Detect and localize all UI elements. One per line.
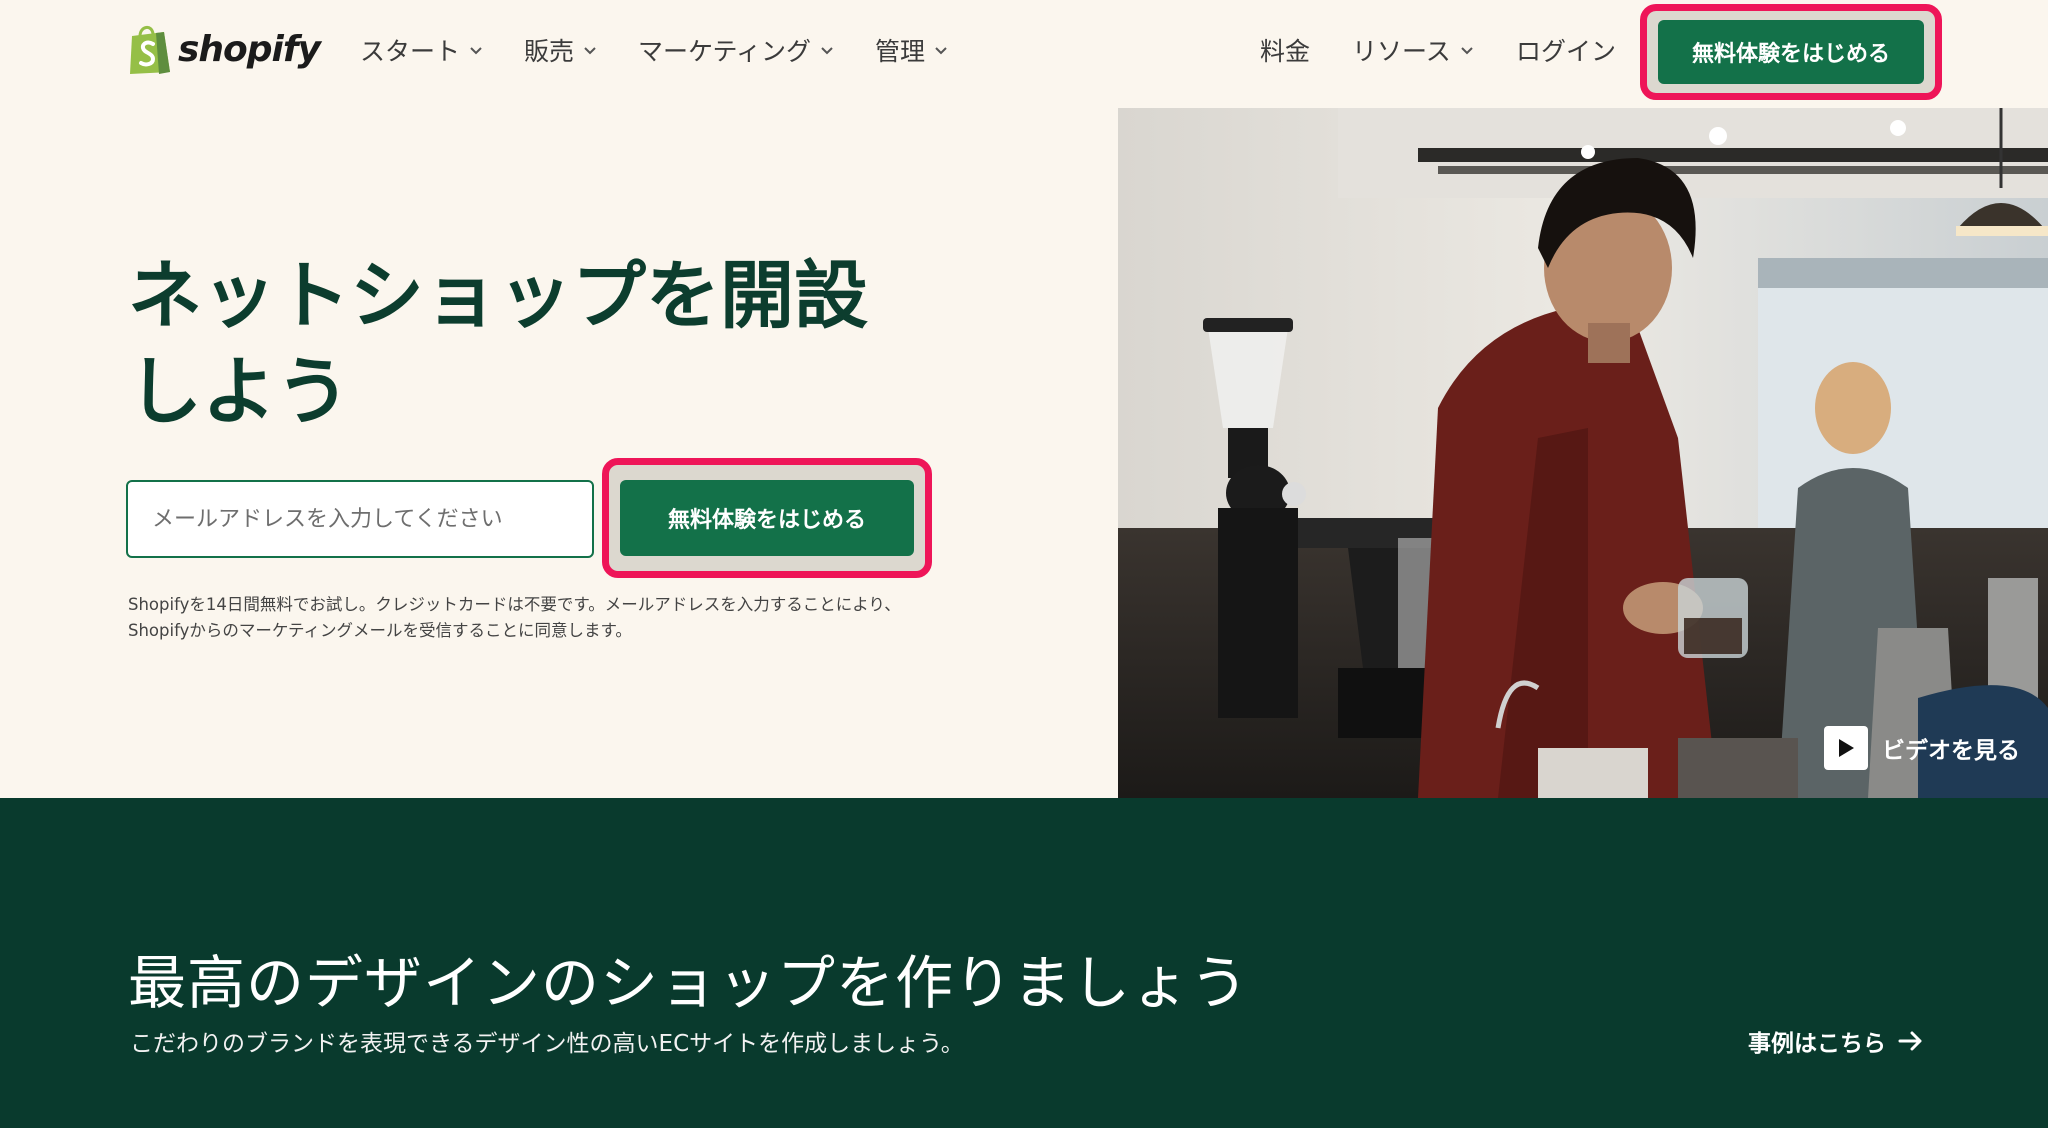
- cta-highlight: 無料体験をはじめる: [602, 458, 932, 578]
- design-section-subtitle: こだわりのブランドを表現できるデザイン性の高いECサイトを作成しましょう。: [130, 1031, 964, 1057]
- chevron-down-icon: [470, 47, 482, 55]
- chevron-down-icon: [935, 47, 947, 55]
- arrow-right-icon: [1898, 1031, 1922, 1051]
- nav-marketing-label: マーケティング: [638, 37, 812, 66]
- watch-video-label: ビデオを見る: [1882, 738, 2020, 764]
- nav-login-label: ログイン: [1516, 37, 1617, 66]
- nav-pricing[interactable]: 料金: [1260, 28, 1310, 72]
- shopify-logo[interactable]: shopify: [126, 22, 321, 76]
- design-section: 最高のデザインのショップを作りましょう こだわりのブランドを表現できるデザイン性…: [0, 798, 2048, 1128]
- email-input[interactable]: [126, 480, 594, 558]
- nav-resources[interactable]: リソース: [1352, 28, 1475, 72]
- hero-photo: ビデオを見る: [1118, 108, 2048, 798]
- nav-manage-label: 管理: [875, 37, 926, 66]
- nav-resources-label: リソース: [1352, 37, 1451, 66]
- barista-photo-illustration: [1118, 108, 2048, 798]
- examples-link[interactable]: 事例はこちら: [1748, 1024, 1924, 1058]
- nav-sell-label: 販売: [524, 37, 575, 66]
- chevron-down-icon: [821, 47, 833, 55]
- watch-video-button[interactable]: ビデオを見る: [1824, 726, 2020, 770]
- start-trial-button-hero[interactable]: 無料体験をはじめる: [620, 480, 914, 556]
- nav-manage[interactable]: 管理: [875, 28, 949, 72]
- examples-link-label: 事例はこちら: [1748, 1031, 1886, 1057]
- nav-start[interactable]: スタート: [360, 28, 484, 72]
- site-header: shopify スタート 販売 マーケティング 管理 料金 リソース ログイン …: [0, 0, 2048, 108]
- design-section-title: 最高のデザインのショップを作りましょう: [128, 949, 1250, 1017]
- chevron-down-icon: [1461, 47, 1473, 55]
- primary-nav: スタート 販売 マーケティング 管理: [360, 28, 989, 72]
- page: shopify スタート 販売 マーケティング 管理 料金 リソース ログイン …: [0, 0, 2048, 1128]
- nav-pricing-label: 料金: [1260, 37, 1311, 66]
- shopping-bag-icon: [130, 26, 170, 74]
- start-trial-button-header[interactable]: 無料体験をはじめる: [1658, 20, 1924, 84]
- hero-title: ネットショップを開設しよう: [128, 253, 868, 435]
- nav-marketing[interactable]: マーケティング: [638, 28, 835, 72]
- trial-disclaimer: Shopifyを14日間無料でお試し。クレジットカードは不要です。メールアドレス…: [128, 595, 901, 640]
- play-box: [1824, 726, 1868, 770]
- logo-wordmark: shopify: [178, 28, 321, 70]
- play-icon: [1839, 739, 1854, 757]
- nav-sell[interactable]: 販売: [524, 28, 598, 72]
- nav-start-label: スタート: [360, 37, 461, 66]
- nav-login[interactable]: ログイン: [1516, 28, 1616, 72]
- chevron-down-icon: [584, 47, 596, 55]
- cta-highlight: 無料体験をはじめる: [1640, 4, 1942, 100]
